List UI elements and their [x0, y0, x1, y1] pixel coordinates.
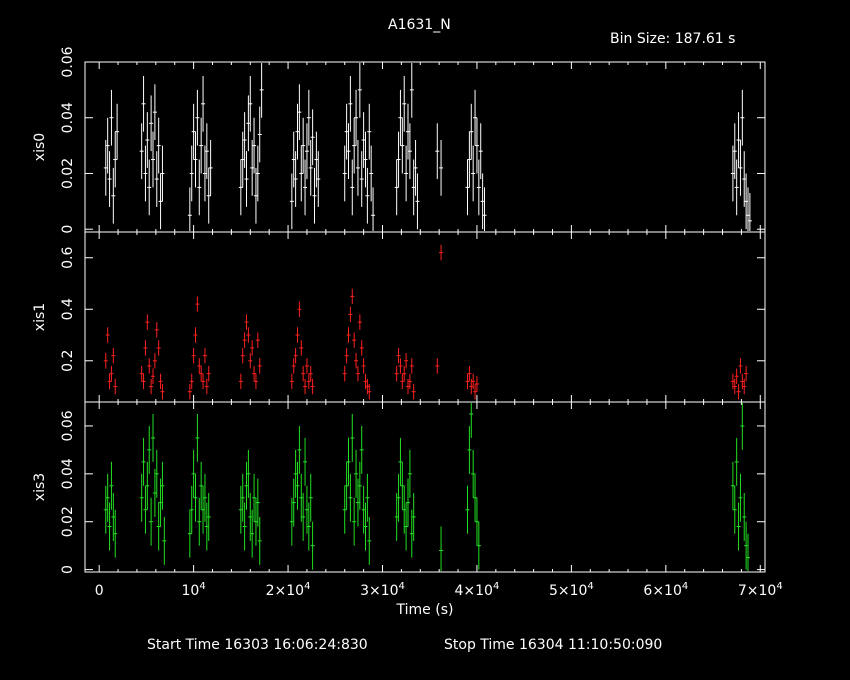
y-tick-label: 0.04: [60, 458, 76, 489]
x-axis-label: Time (s): [396, 602, 454, 618]
x-tick-label: 6×104: [643, 581, 688, 599]
light-curve-chart: 0 0.02 0.04 0.06 xis0 0.2 0.4 0.6 xis1 0 0.02 0.04 0…: [32, 46, 783, 618]
y-tick-label: 0.2: [60, 350, 76, 372]
x-tick-label: 7×104: [738, 581, 783, 599]
y-tick-label: 0.02: [60, 158, 76, 189]
y-tick-label: 0.4: [60, 298, 76, 320]
y-tick-label: 0.02: [60, 506, 76, 537]
x-tick-label: 2×104: [266, 581, 311, 599]
y-axis-label-xis3: xis3: [32, 473, 48, 501]
y-tick-label: 0: [60, 225, 76, 234]
panel-frame-xis1: [84, 231, 766, 403]
y-tick-label: 0.06: [60, 410, 76, 441]
panel-frame-xis0: [84, 61, 766, 233]
x-tick-label: 0: [95, 583, 104, 599]
stop-time-label: Stop Time 16304 11:10:50:090: [444, 637, 663, 653]
y-tick-label: 0.6: [60, 247, 76, 269]
y-tick-label: 0.06: [60, 46, 76, 77]
start-time-label: Start Time 16303 16:06:24:830: [147, 637, 368, 653]
x-tick-label: 104: [182, 581, 206, 599]
x-tick-label: 4×104: [455, 581, 500, 599]
panel-frame-xis3: [84, 401, 766, 573]
x-tick-label: 5×104: [549, 581, 594, 599]
x-tick-label: 3×104: [360, 581, 405, 599]
y-tick-label: 0.04: [60, 102, 76, 133]
y-tick-label: 0: [60, 565, 76, 574]
y-axis-label-xis1: xis1: [32, 303, 48, 331]
y-axis-label-xis0: xis0: [32, 133, 48, 161]
